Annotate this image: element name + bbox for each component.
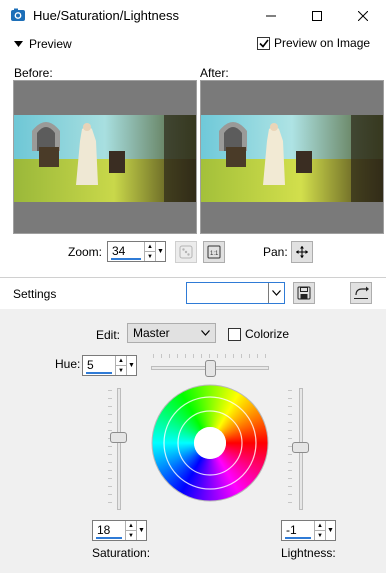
preview-on-image-toggle[interactable]: Preview on Image xyxy=(257,36,370,50)
hue-value: 5 xyxy=(87,358,94,372)
preset-dropdown-button[interactable] xyxy=(268,283,284,303)
fit-dice-icon xyxy=(179,245,193,259)
hue-slider-thumb[interactable] xyxy=(205,360,216,377)
colorize-toggle[interactable]: Colorize xyxy=(228,327,289,341)
after-label: After: xyxy=(200,66,229,80)
after-preview-image xyxy=(201,81,383,233)
arrow-up-icon[interactable]: ▲ xyxy=(116,356,126,365)
maximize-icon xyxy=(312,10,322,21)
pan-button[interactable] xyxy=(291,241,313,263)
chevron-down-icon xyxy=(201,330,210,336)
before-preview-pane[interactable] xyxy=(13,80,197,234)
lightness-value: -1 xyxy=(286,523,297,537)
zoom-stepper[interactable]: ▲ ▼ xyxy=(144,242,155,261)
minimize-button[interactable] xyxy=(248,0,294,31)
checkmark-icon xyxy=(258,39,269,48)
hue-slider-ticks xyxy=(153,354,267,358)
saturation-label: Saturation: xyxy=(92,546,151,560)
edit-channel-select[interactable]: Master xyxy=(127,323,216,343)
saturation-slider-thumb[interactable] xyxy=(110,432,127,443)
color-wheel[interactable] xyxy=(151,384,269,502)
preview-section-label: Preview xyxy=(29,37,72,51)
lightness-dropdown-button[interactable]: ▼ xyxy=(325,521,335,540)
app-camera-icon xyxy=(10,7,26,23)
saturation-slider-ticks xyxy=(108,390,112,508)
arrow-down-icon[interactable]: ▼ xyxy=(315,530,325,540)
saturation-dropdown-button[interactable]: ▼ xyxy=(136,521,146,540)
close-button[interactable] xyxy=(340,0,386,31)
preview-on-image-checkbox[interactable] xyxy=(257,36,270,50)
title-bar: Hue/Saturation/Lightness xyxy=(0,0,386,31)
zoom-dropdown-button[interactable]: ▼ xyxy=(155,242,165,261)
arrow-down-icon[interactable]: ▼ xyxy=(126,530,136,540)
arrow-up-icon[interactable]: ▲ xyxy=(126,521,136,530)
edit-label: Edit: xyxy=(96,328,121,342)
saturation-slider-track xyxy=(117,388,121,510)
hue-label: Hue: xyxy=(55,357,81,371)
save-preset-button[interactable] xyxy=(293,282,315,304)
lightness-slider-thumb[interactable] xyxy=(292,442,309,453)
colorize-checkbox[interactable] xyxy=(228,327,241,341)
maximize-button[interactable] xyxy=(294,0,340,31)
close-icon xyxy=(358,10,368,21)
arrow-down-icon[interactable]: ▼ xyxy=(145,251,155,261)
preset-combobox[interactable] xyxy=(186,282,285,304)
saturation-slider[interactable] xyxy=(108,388,136,510)
zoom-input[interactable]: 34 xyxy=(108,242,144,261)
hue-ring-graphic xyxy=(151,384,269,502)
edit-channel-value: Master xyxy=(133,326,170,340)
zoom-label: Zoom: xyxy=(68,245,103,259)
caret-down-icon xyxy=(14,41,23,47)
reset-arrow-icon xyxy=(354,286,369,299)
before-preview-image xyxy=(14,81,196,233)
lightness-stepper[interactable]: ▲ ▼ xyxy=(314,521,325,540)
minimize-icon xyxy=(266,15,276,16)
save-disk-icon xyxy=(297,286,311,300)
colorize-label: Colorize xyxy=(245,327,290,341)
settings-label: Settings xyxy=(13,287,57,301)
saturation-input[interactable]: 18 xyxy=(93,521,125,540)
lightness-input[interactable]: -1 xyxy=(282,521,314,540)
saturation-value: 18 xyxy=(97,523,111,537)
window-title: Hue/Saturation/Lightness xyxy=(33,8,179,23)
reset-button[interactable] xyxy=(350,282,372,304)
pan-label: Pan: xyxy=(263,245,288,259)
chevron-down-icon xyxy=(272,290,281,296)
saturation-spinner[interactable]: 18 ▲ ▼ ▼ xyxy=(92,520,147,541)
zoom-value: 34 xyxy=(112,244,126,258)
lightness-spinner[interactable]: -1 ▲ ▼ ▼ xyxy=(281,520,336,541)
preview-toggle[interactable]: Preview xyxy=(14,37,72,51)
lightness-label: Lightness: xyxy=(281,546,336,560)
arrow-up-icon[interactable]: ▲ xyxy=(145,242,155,251)
lightness-slider[interactable] xyxy=(288,388,316,510)
zoom-spinner[interactable]: 34 ▲ ▼ ▼ xyxy=(107,241,166,262)
hue-stepper[interactable]: ▲ ▼ xyxy=(115,356,126,375)
svg-text:1:1: 1:1 xyxy=(210,251,219,257)
arrow-down-icon[interactable]: ▼ xyxy=(116,365,126,375)
one-to-one-icon: 1:1 xyxy=(207,245,221,259)
hue-dropdown-button[interactable]: ▼ xyxy=(126,356,136,375)
arrow-up-icon[interactable]: ▲ xyxy=(315,521,325,530)
hue-input[interactable]: 5 xyxy=(83,356,115,375)
hue-spinner[interactable]: 5 ▲ ▼ ▼ xyxy=(82,355,137,376)
before-label: Before: xyxy=(14,66,53,80)
zoom-fit-button[interactable] xyxy=(175,241,197,263)
zoom-actual-size-button[interactable]: 1:1 xyxy=(203,241,225,263)
after-preview-pane[interactable] xyxy=(200,80,384,234)
move-arrows-icon xyxy=(296,246,308,258)
hue-slider[interactable] xyxy=(151,354,269,378)
preview-on-image-label: Preview on Image xyxy=(274,36,371,50)
saturation-stepper[interactable]: ▲ ▼ xyxy=(125,521,136,540)
